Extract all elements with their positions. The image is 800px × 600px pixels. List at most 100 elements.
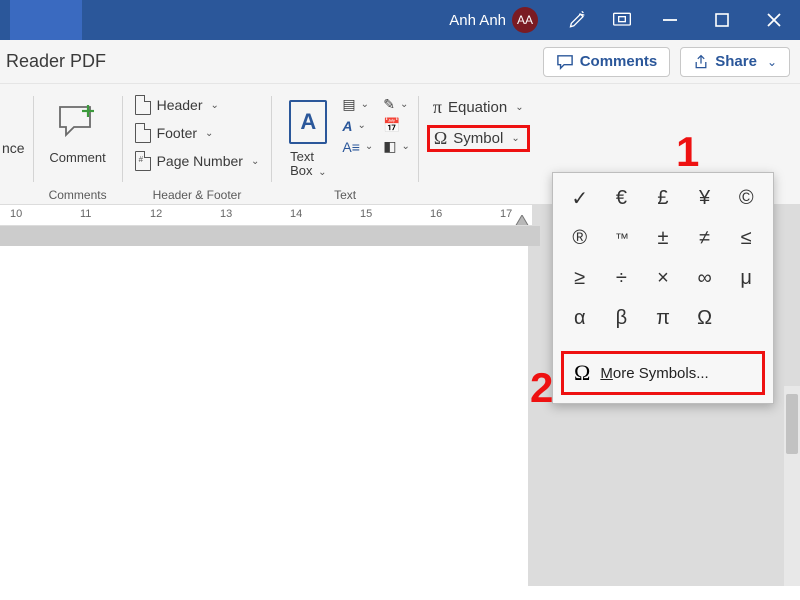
pi-icon: π: [433, 97, 442, 118]
annotation-callout-2: 2: [530, 364, 553, 412]
tab-reader-pdf[interactable]: Reader PDF: [6, 51, 106, 72]
ruler-num: 13: [220, 208, 232, 220]
new-comment-label: Comment: [49, 150, 105, 165]
document-page[interactable]: [0, 246, 528, 586]
signature-line-button[interactable]: ✎⌄: [383, 96, 410, 113]
chevron-down-icon: ⌄: [318, 167, 326, 178]
chevron-down-icon: ⌄: [402, 141, 410, 152]
share-button-label: Share: [715, 53, 757, 70]
equation-button[interactable]: π Equation ⌄: [427, 96, 530, 119]
ruler-num: 11: [80, 208, 91, 220]
chevron-down-icon: ⌄: [211, 100, 219, 111]
header-button[interactable]: Header ⌄: [131, 94, 264, 116]
user-avatar[interactable]: AA: [512, 7, 538, 33]
comment-plus-icon: [56, 103, 100, 141]
actions-row: Reader PDF Comments Share ⌄: [0, 40, 800, 84]
chevron-down-icon: ⌄: [361, 99, 369, 110]
chevron-down-icon: ⌄: [357, 120, 365, 131]
symbol-cell[interactable]: ∞: [686, 263, 724, 293]
text-box-label-1: Text: [290, 149, 314, 164]
annotation-callout-1: 1: [676, 128, 699, 176]
text-box-icon: A: [289, 100, 327, 144]
share-icon: [693, 54, 709, 70]
symbol-label: Symbol: [453, 130, 503, 147]
group-label-hf: Header & Footer: [153, 188, 242, 202]
ribbon-group-symbols: π Equation ⌄ Ω Symbol ⌄: [419, 90, 538, 204]
ribbon-group-text: A TextBox ⌄ ▤⌄ ✎⌄ A⌄ 📅 A≡⌄ ◧⌄ Text: [272, 90, 418, 204]
footer-label: Footer: [157, 125, 197, 141]
more-symbols-button[interactable]: Ω More Symbols...: [561, 351, 765, 395]
object-icon: ◧: [383, 138, 396, 155]
group-label-text: Text: [334, 188, 356, 202]
symbol-cell[interactable]: ≥: [561, 263, 599, 293]
page-number-icon: #: [135, 151, 151, 171]
symbol-cell[interactable]: ≤: [727, 223, 765, 253]
symbol-dropdown-panel: ✓ € £ ¥ © ® ™ ± ≠ ≤ ≥ ÷ × ∞ μ α β π Ω Ω …: [552, 172, 774, 404]
drop-cap-button[interactable]: A≡⌄: [342, 138, 373, 155]
chevron-down-icon: ⌄: [205, 128, 213, 139]
page-number-button[interactable]: # Page Number ⌄: [131, 150, 264, 172]
chevron-down-icon: ⌄: [767, 55, 777, 69]
comments-button-label: Comments: [580, 53, 658, 70]
symbol-cell-check[interactable]: ✓: [561, 183, 599, 213]
symbol-cell[interactable]: ©: [727, 183, 765, 213]
speech-bubble-icon: [556, 54, 574, 70]
ruler-num: 12: [150, 208, 162, 220]
page-gap: [0, 226, 540, 246]
scrollbar-thumb[interactable]: [786, 394, 798, 454]
chevron-down-icon: ⌄: [511, 133, 519, 144]
vertical-scrollbar[interactable]: [784, 386, 800, 586]
date-time-button[interactable]: 📅: [383, 117, 410, 134]
user-name: Anh Anh: [449, 12, 506, 29]
maximize-icon[interactable]: [696, 0, 748, 40]
ribbon-group-comments: Comment Comments: [34, 90, 122, 204]
quick-parts-button[interactable]: ▤⌄: [342, 96, 373, 113]
ruler-num: 16: [430, 208, 442, 220]
page-icon: [135, 123, 151, 143]
symbol-cell[interactable]: £: [644, 183, 682, 213]
chevron-down-icon: ⌄: [515, 102, 523, 113]
pen-icon[interactable]: [556, 0, 600, 40]
titlebar-left-block: [10, 0, 82, 40]
page-number-label: Page Number: [157, 153, 243, 169]
window-titlebar: Anh Anh AA: [0, 0, 800, 40]
symbol-cell[interactable]: α: [561, 303, 599, 333]
symbol-cell[interactable]: ÷: [603, 263, 641, 293]
margin-marker-icon[interactable]: [515, 215, 529, 226]
new-comment-button[interactable]: Comment: [42, 94, 114, 165]
close-icon[interactable]: [748, 0, 800, 40]
symbol-grid: ✓ € £ ¥ © ® ™ ± ≠ ≤ ≥ ÷ × ∞ μ α β π Ω: [561, 183, 765, 333]
text-mini-grid: ▤⌄ ✎⌄ A⌄ 📅 A≡⌄ ◧⌄: [342, 94, 410, 155]
comments-button[interactable]: Comments: [543, 47, 671, 77]
symbol-cell[interactable]: μ: [727, 263, 765, 293]
window-mode-icon[interactable]: [600, 0, 644, 40]
ruler-num: 14: [290, 208, 302, 220]
symbol-cell[interactable]: Ω: [686, 303, 724, 333]
symbol-cell[interactable]: ®: [561, 223, 599, 253]
chevron-down-icon: ⌄: [365, 141, 373, 152]
wordart-icon: A: [342, 118, 352, 134]
text-box-button[interactable]: A TextBox ⌄: [280, 94, 336, 179]
group-label-comments: Comments: [49, 188, 107, 202]
ribbon-group-cut-left: nce: [0, 90, 33, 204]
symbol-cell[interactable]: π: [644, 303, 682, 333]
symbol-cell[interactable]: €: [603, 183, 641, 213]
object-button[interactable]: ◧⌄: [383, 138, 410, 155]
symbol-cell[interactable]: ™: [603, 223, 641, 253]
equation-label: Equation: [448, 99, 507, 116]
symbol-cell[interactable]: ≠: [686, 223, 724, 253]
wordart-button[interactable]: A⌄: [342, 117, 373, 134]
signature-icon: ✎: [383, 96, 395, 113]
share-button[interactable]: Share ⌄: [680, 47, 790, 77]
symbol-cell[interactable]: ¥: [686, 183, 724, 213]
parts-icon: ▤: [342, 96, 355, 113]
text-box-label-2: Box: [290, 163, 312, 178]
header-label: Header: [157, 97, 203, 113]
omega-icon: Ω: [574, 360, 590, 386]
footer-button[interactable]: Footer ⌄: [131, 122, 264, 144]
minimize-icon[interactable]: [644, 0, 696, 40]
symbol-cell[interactable]: ±: [644, 223, 682, 253]
symbol-cell[interactable]: β: [603, 303, 641, 333]
symbol-button[interactable]: Ω Symbol ⌄: [427, 125, 530, 152]
symbol-cell[interactable]: ×: [644, 263, 682, 293]
